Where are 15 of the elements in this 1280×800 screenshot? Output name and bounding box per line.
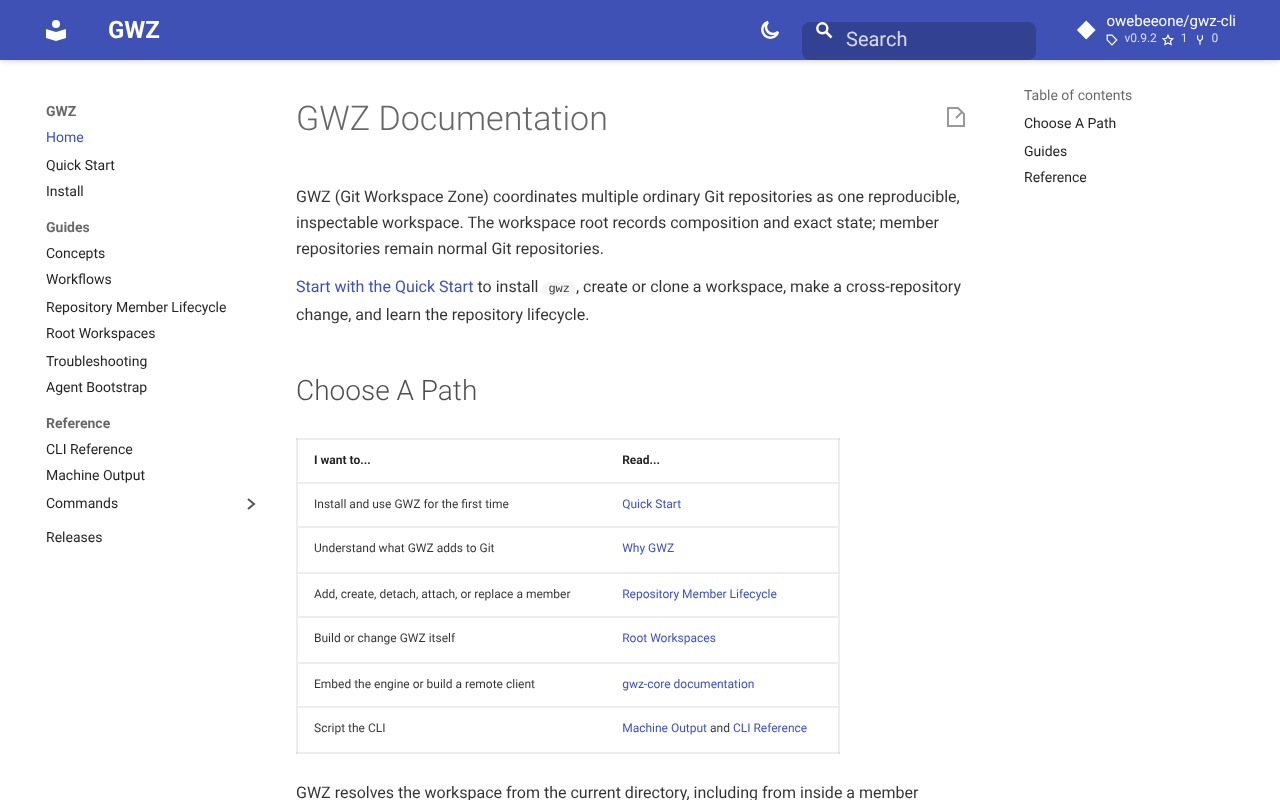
book-icon[interactable] (44, 18, 68, 42)
dark-mode-icon[interactable] (758, 18, 782, 42)
page-title: GWZ Documentation (296, 98, 608, 144)
site-title: GWZ (108, 14, 160, 48)
outro-paragraph: GWZ resolves the workspace from the current directory, including from inside a member (296, 781, 921, 800)
tag-icon (1106, 33, 1119, 45)
git-icon (1076, 18, 1097, 42)
fork-icon (1193, 33, 1206, 45)
link[interactable]: Start with the Quick Start (296, 277, 474, 295)
section-heading: Choose A Path (296, 373, 480, 411)
intro-paragraph: GWZ (Git Workspace Zone) coordinates multiple ordinary Git repositories as one reproducible, inspectable workspace. The workspace root records composition and exact state; member repositories remain normal Git repositories. (296, 185, 962, 261)
chevron-icon (246, 498, 256, 511)
search-icon (814, 20, 834, 40)
edit-icon[interactable] (946, 106, 966, 128)
star-icon (1162, 33, 1175, 45)
